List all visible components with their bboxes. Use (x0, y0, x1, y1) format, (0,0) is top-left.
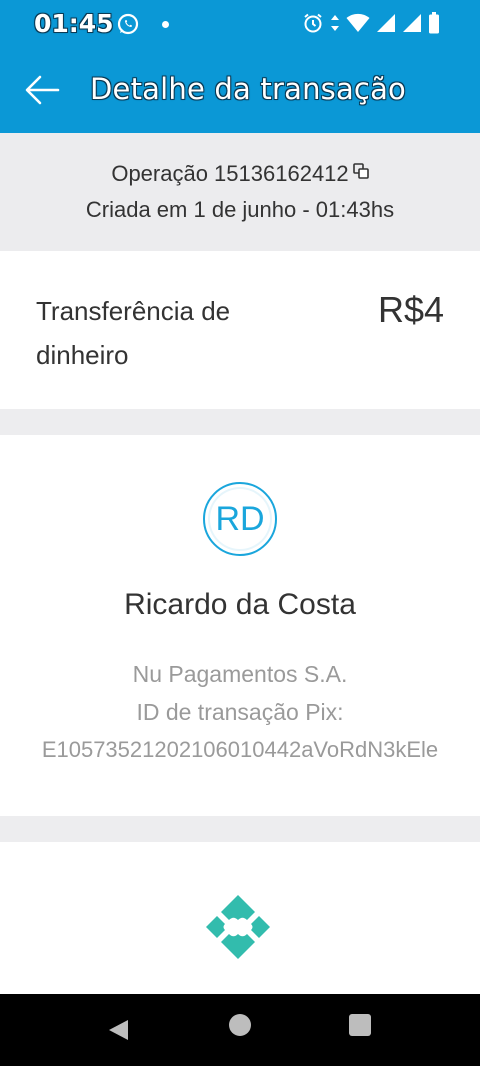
data-arrows-icon (331, 15, 339, 31)
pix-logo-icon (206, 895, 270, 959)
copy-icon[interactable] (352, 163, 369, 179)
transfer-type: Transferência de dinheiro (36, 296, 231, 370)
bank-name: Nu Pagamentos S.A. (132, 661, 348, 687)
nav-recents-icon[interactable] (349, 1014, 371, 1036)
alarm-icon (304, 13, 322, 33)
operation-created: Criada em 1 de junho - 01:43hs (85, 197, 395, 222)
recipient-name: Ricardo da Costa (124, 588, 356, 621)
status-time: 01:45 (34, 9, 114, 38)
nav-home-icon[interactable] (229, 1014, 251, 1036)
system-nav-bar (0, 994, 480, 1066)
transfer-amount: R$4 (377, 289, 444, 330)
operation-line: Operação 15136162412 (0, 161, 480, 187)
whatsapp-icon (117, 13, 139, 35)
operation-header: Operação 15136162412 Criada em 1 de junh… (0, 133, 480, 251)
app-bar: Detalhe da transação (0, 48, 480, 133)
transfer-card: Transferência de dinheiro R$4 (0, 251, 480, 409)
wifi-icon (346, 13, 370, 32)
status-bar: 01:45 (0, 0, 480, 48)
pix-id-value: E10573521202106010442aVoRdN3kEle (41, 737, 439, 762)
avatar: RD (203, 482, 277, 556)
recipient-card: RD Ricardo da Costa Nu Pagamentos S.A. I… (0, 435, 480, 816)
battery-icon (429, 12, 439, 34)
nav-back-icon[interactable] (106, 1018, 130, 1042)
status-right-icons (302, 12, 440, 34)
operation-id: Operação 15136162412 (111, 161, 349, 186)
signal-icon-2 (403, 14, 421, 32)
page-title: Detalhe da transação (90, 72, 406, 106)
notification-dot (162, 20, 169, 28)
pix-card (0, 842, 480, 994)
back-button[interactable] (24, 74, 60, 106)
status-left-icons (116, 12, 169, 36)
signal-icon (377, 14, 395, 32)
avatar-initials: RD (215, 499, 265, 538)
pix-id-label: ID de transação Pix: (136, 699, 344, 725)
